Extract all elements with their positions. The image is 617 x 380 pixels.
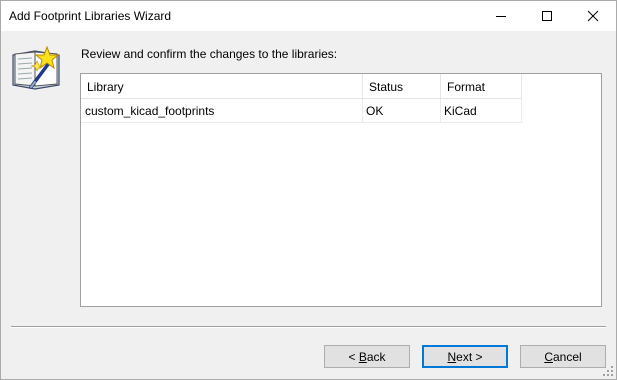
column-header-status[interactable]: Status: [363, 74, 441, 99]
cell-format: KiCad: [441, 99, 522, 123]
back-button[interactable]: < Back: [324, 345, 410, 368]
minimize-icon: [496, 16, 506, 17]
cancel-button[interactable]: Cancel: [520, 345, 606, 368]
window-title: Add Footprint Libraries Wizard: [9, 9, 172, 23]
title-bar[interactable]: Add Footprint Libraries Wizard: [1, 1, 616, 31]
wizard-window: Add Footprint Libraries Wizard Review an…: [0, 0, 617, 380]
list-header: Library Status Format: [81, 74, 522, 99]
maximize-icon: [542, 11, 552, 21]
cancel-mnemonic: C: [544, 350, 553, 364]
table-row[interactable]: custom_kicad_footprints OK KiCad: [81, 99, 522, 123]
next-button[interactable]: Next >: [422, 345, 508, 368]
minimize-button[interactable]: [478, 1, 524, 31]
page-heading: Review and confirm the changes to the li…: [81, 47, 338, 61]
close-icon: [587, 10, 599, 22]
back-prefix: <: [348, 350, 359, 364]
cancel-label-rest: ancel: [552, 350, 582, 364]
wizard-book-icon: [9, 39, 65, 95]
column-header-library[interactable]: Library: [81, 74, 363, 99]
separator-line: [11, 326, 606, 328]
back-label-rest: ack: [366, 350, 386, 364]
resize-grip-icon[interactable]: [602, 365, 614, 377]
back-mnemonic: B: [358, 350, 367, 364]
cell-status: OK: [363, 99, 441, 123]
libraries-list[interactable]: Library Status Format custom_kicad_footp…: [80, 73, 602, 307]
next-mnemonic: N: [447, 350, 457, 364]
cell-library: custom_kicad_footprints: [81, 99, 363, 123]
next-label-rest: ext >: [456, 350, 483, 364]
maximize-button[interactable]: [524, 1, 570, 31]
column-header-format[interactable]: Format: [441, 74, 522, 99]
close-button[interactable]: [570, 1, 616, 31]
